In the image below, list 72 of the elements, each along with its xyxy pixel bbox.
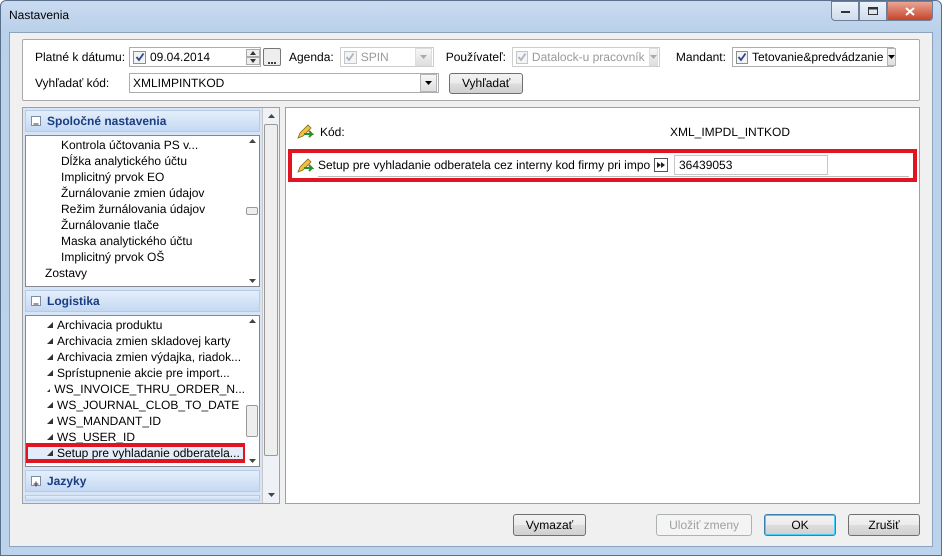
scrollbar[interactable] xyxy=(262,108,279,503)
expand-icon[interactable] xyxy=(31,476,41,486)
section-header[interactable]: Jazyky xyxy=(25,470,260,492)
pencil-icon xyxy=(296,124,314,140)
pencil-icon xyxy=(296,158,314,174)
tree-item[interactable]: Žurnálovanie tlače xyxy=(26,217,245,233)
checkbox[interactable] xyxy=(133,50,146,64)
collapse-icon[interactable] xyxy=(31,116,41,126)
minimize-icon[interactable] xyxy=(831,1,859,21)
tree-item[interactable]: Sprístupnenie akcie pre import... xyxy=(26,365,245,381)
dialog-button[interactable]: OK xyxy=(764,514,836,536)
tree-item[interactable]: WS_INVOICE_THRU_ORDER_N... xyxy=(26,381,245,397)
scroll-down-icon[interactable] xyxy=(248,279,256,283)
tree-item[interactable]: Kontrola účtovania PS v... xyxy=(26,137,245,153)
dropdown[interactable]: Tetovanie&predvádzanie xyxy=(732,47,894,67)
scroll-thumb[interactable] xyxy=(264,124,278,456)
dropdown-value: SPIN xyxy=(360,50,389,64)
tree-item[interactable]: Archivacia zmien skladovej karty xyxy=(26,333,245,349)
tree-item[interactable]: WS_MANDANT_ID xyxy=(26,413,245,429)
setting-value: XML_IMPDL_INTKOD xyxy=(670,125,790,139)
agenda-label: Agenda: xyxy=(289,50,334,64)
collapse-icon[interactable] xyxy=(31,296,41,306)
checkbox[interactable] xyxy=(736,50,748,64)
window-title: Nastavenia xyxy=(9,8,70,22)
scroll-down-icon[interactable] xyxy=(248,459,256,463)
search-button[interactable]: Vyhľadať xyxy=(449,72,524,94)
tree-item[interactable]: Implicitný prvok OŠ xyxy=(26,249,245,265)
scroll-thumb[interactable] xyxy=(246,405,258,437)
scroll-up-icon[interactable] xyxy=(248,319,256,323)
dialog-button[interactable]: Zrušiť xyxy=(848,514,920,536)
dialog-button[interactable]: Vymazať xyxy=(512,514,586,536)
scroll-up-icon[interactable] xyxy=(268,114,274,118)
scroll-up-icon[interactable] xyxy=(248,139,256,143)
tree-item[interactable]: Dĺžka analytického účtu xyxy=(26,153,245,169)
triangle-icon xyxy=(47,418,53,424)
triangle-icon xyxy=(47,338,53,344)
setting-label: Kód: xyxy=(320,125,346,139)
setting-label: Setup pre vyhladanie odberatela cez interny kod firmy pri impo xyxy=(318,158,648,172)
tree-item[interactable]: Žurnálovanie zmien údajov xyxy=(26,185,245,201)
dropdown-value: Tetovanie&predvádzanie xyxy=(752,50,884,64)
triangle-icon xyxy=(47,434,53,440)
user-label: Používateľ: xyxy=(446,50,506,64)
triangle-icon xyxy=(47,402,53,408)
tree-item[interactable]: Maska analytického účtu xyxy=(26,233,245,249)
section-header[interactable]: Logistika xyxy=(25,290,260,312)
maximize-icon[interactable] xyxy=(859,1,887,21)
triangle-icon xyxy=(47,322,53,328)
spin-icon[interactable] xyxy=(246,49,260,65)
mandant-label: Mandant: xyxy=(676,50,726,64)
scroll-thumb[interactable] xyxy=(246,207,258,215)
tree-item[interactable]: Zostavy xyxy=(26,265,245,281)
close-icon[interactable] xyxy=(887,1,933,21)
tree-item[interactable]: Archivacia zmien výdajka, riadok... xyxy=(26,349,245,365)
tree-item[interactable]: Setup pre vyhladanie odberatela... xyxy=(26,445,245,461)
triangle-icon xyxy=(47,450,53,456)
fast-forward-icon[interactable] xyxy=(654,158,668,172)
tree-item[interactable]: WS_JOURNAL_CLOB_TO_DATE xyxy=(26,397,245,413)
search-label: Vyhľadať kód: xyxy=(35,76,110,90)
calendar-icon[interactable] xyxy=(263,48,281,66)
date-label: Platné k dátumu: xyxy=(35,50,123,64)
triangle-icon xyxy=(47,354,53,360)
search-field[interactable]: XMLIMPINTKOD xyxy=(129,73,439,93)
value-field[interactable]: 36439053 xyxy=(674,155,828,175)
tree-item[interactable]: WS_USER_ID xyxy=(26,429,245,445)
tree-item[interactable]: Implicitný prvok EO xyxy=(26,169,245,185)
tree-item[interactable]: Archivacia produktu xyxy=(26,317,245,333)
dropdown-value: Datalock-u pracovník xyxy=(532,50,645,64)
triangle-icon xyxy=(47,370,53,376)
scroll-down-icon[interactable] xyxy=(268,493,274,497)
section-header[interactable]: Spoločné nastavenia xyxy=(25,110,260,132)
tree-item[interactable]: Režim žurnálovania údajov xyxy=(26,201,245,217)
date-field[interactable]: 09.04.2014 xyxy=(129,47,261,67)
